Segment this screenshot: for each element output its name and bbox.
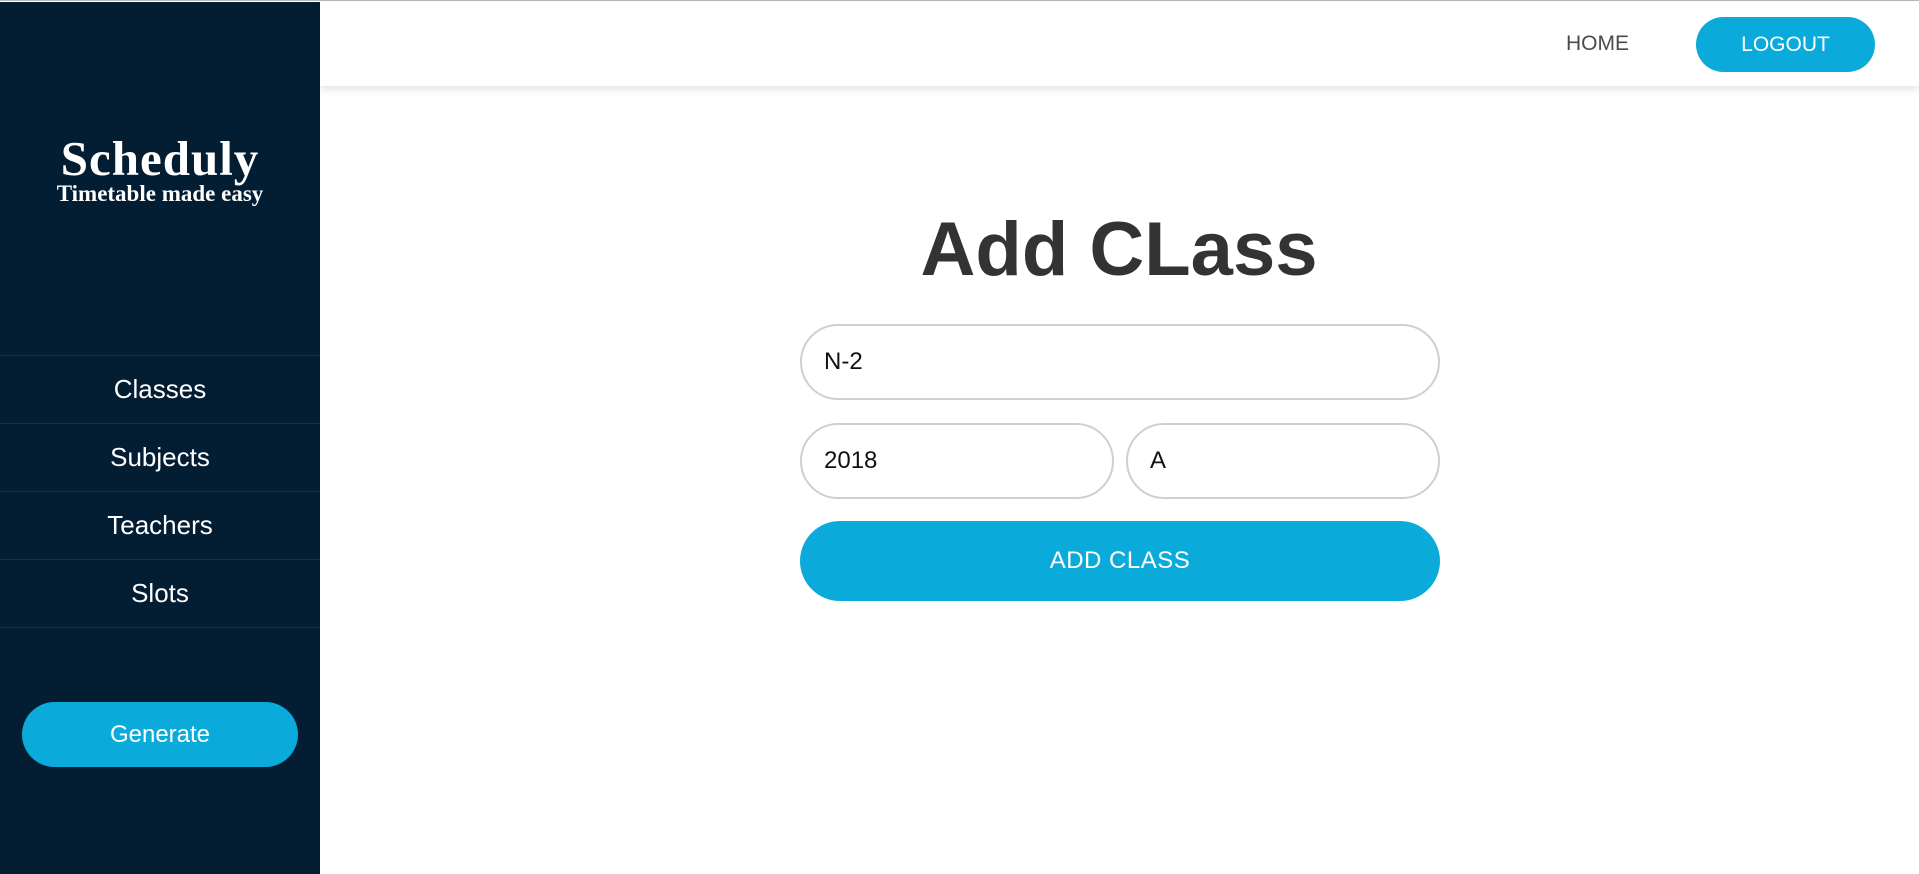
sidebar-item-slots[interactable]: Slots	[0, 560, 320, 628]
app-root: Scheduly Timetable made easy Classes Sub…	[0, 0, 1919, 874]
brand: Scheduly Timetable made easy	[0, 133, 320, 207]
add-class-button[interactable]: ADD CLASS	[800, 521, 1440, 601]
logout-button[interactable]: LOGOUT	[1696, 17, 1875, 72]
sidebar-item-teachers[interactable]: Teachers	[0, 492, 320, 560]
page-title: Add CLass	[920, 207, 1318, 292]
top-bar: HOME LOGOUT	[320, 2, 1919, 86]
sidebar: Scheduly Timetable made easy Classes Sub…	[0, 2, 320, 874]
class-name-input[interactable]	[800, 324, 1440, 400]
sidebar-nav: Classes Subjects Teachers Slots	[0, 355, 320, 628]
section-input[interactable]	[1126, 423, 1440, 499]
generate-button[interactable]: Generate	[22, 702, 298, 767]
sidebar-item-classes[interactable]: Classes	[0, 356, 320, 424]
home-link[interactable]: HOME	[1566, 2, 1629, 86]
sidebar-item-subjects[interactable]: Subjects	[0, 424, 320, 492]
brand-tagline: Timetable made easy	[56, 181, 264, 206]
brand-name: Scheduly	[60, 131, 260, 186]
year-input[interactable]	[800, 423, 1114, 499]
